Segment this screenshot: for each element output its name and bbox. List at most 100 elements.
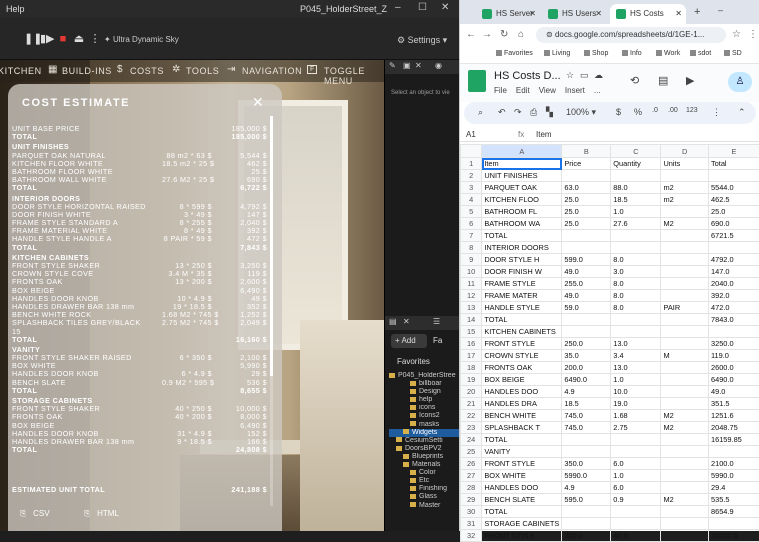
globe-icon[interactable]: ◉ [435, 61, 442, 70]
sheet-cell[interactable]: TOTAL [482, 230, 562, 242]
sheet-cell[interactable]: 88.0 [611, 182, 661, 194]
star-icon[interactable]: ☆ [566, 70, 574, 81]
sheet-cell[interactable]: 6490.0 [562, 374, 611, 386]
sheet-cell[interactable]: 1.68 [611, 410, 661, 422]
tree-item[interactable]: Finishing [389, 485, 459, 493]
more-icon[interactable]: ⋮ [712, 107, 721, 118]
menu-item[interactable]: Edit [516, 86, 530, 95]
cloud-icon[interactable]: ☁ [594, 70, 603, 81]
sheet-cell[interactable]: 350.0 [562, 458, 611, 470]
chevron-up-icon[interactable]: ⌃ [738, 107, 746, 118]
settings-button[interactable]: ⚙ Settings ▾ [397, 35, 447, 46]
sheet-cell[interactable] [661, 518, 709, 530]
sheet-cell[interactable]: 10000.0 [708, 530, 759, 542]
row-header[interactable]: 2 [461, 170, 482, 182]
sheet-cell[interactable] [661, 446, 709, 458]
row-header[interactable]: 25 [461, 446, 482, 458]
nav-navigation[interactable]: NAVIGATION [242, 66, 302, 76]
row-header[interactable]: 18 [461, 362, 482, 374]
row-header[interactable]: 16 [461, 338, 482, 350]
sheet-cell[interactable]: M2 [661, 410, 709, 422]
sheet-cell[interactable]: HANDLE STYLE [482, 302, 562, 314]
sheet-cell[interactable]: M2 [661, 422, 709, 434]
export-csv-button[interactable]: ⎘ CSV [20, 509, 50, 519]
sky-selector[interactable]: ✦ Ultra Dynamic Sky [104, 35, 179, 44]
sheet-cell[interactable]: M [661, 350, 709, 362]
panel-scrollbar[interactable] [270, 116, 273, 506]
sheet-cell[interactable] [611, 314, 661, 326]
tree-item[interactable]: CesiumSetti [389, 437, 459, 445]
column-header[interactable]: B [562, 145, 611, 158]
sheet-cell[interactable]: 2.75 [611, 422, 661, 434]
document-title[interactable]: HS Costs D... [494, 70, 561, 82]
comment-icon[interactable]: ▤ [658, 74, 668, 87]
print-icon[interactable]: ⎙ [530, 107, 537, 118]
minimize-icon[interactable]: – [395, 2, 401, 13]
menu-item[interactable]: View [539, 86, 556, 95]
sheet-cell[interactable]: 250.0 [562, 530, 611, 542]
column-header[interactable]: D [661, 145, 709, 158]
sheet-cell[interactable] [661, 470, 709, 482]
close-icon[interactable]: ✕ [675, 9, 682, 18]
increase-decimal-button[interactable]: .00 [668, 107, 678, 114]
row-header[interactable]: 7 [461, 230, 482, 242]
sheet-cell[interactable]: M2 [661, 218, 709, 230]
row-header[interactable]: 27 [461, 470, 482, 482]
fa-button[interactable]: Fa [433, 336, 442, 345]
url-input[interactable]: ⊜ docs.google.com/spreadsheets/d/1GE-1..… [536, 27, 726, 43]
sheet-cell[interactable] [708, 518, 759, 530]
row-header[interactable]: 5 [461, 206, 482, 218]
sheet-cell[interactable]: STORAGE CABINETS [482, 518, 562, 530]
nav-toggle-menu[interactable]: TOGGLE MENU [324, 66, 384, 86]
sheet-cell[interactable]: 63.0 [562, 182, 611, 194]
sheet-cell[interactable] [708, 326, 759, 338]
sheet-cell[interactable] [562, 518, 611, 530]
sheet-cell[interactable]: 4.9 [562, 482, 611, 494]
row-header[interactable]: 13 [461, 302, 482, 314]
sheet-cell[interactable]: 29.4 [708, 482, 759, 494]
undo-icon[interactable]: ↶ [498, 107, 506, 118]
sheet-cell[interactable] [661, 362, 709, 374]
sheet-cell[interactable]: 535.5 [708, 494, 759, 506]
row-header[interactable]: 9 [461, 254, 482, 266]
row-header[interactable]: 29 [461, 494, 482, 506]
row-header[interactable]: 23 [461, 422, 482, 434]
close-icon[interactable]: ✕ [441, 2, 449, 13]
sheet-cell[interactable] [661, 254, 709, 266]
eject-icon[interactable]: ⏏ [72, 32, 86, 46]
sheet-cell[interactable] [661, 398, 709, 410]
sheet-cell[interactable]: m2 [661, 194, 709, 206]
history-icon[interactable]: ⟲ [630, 74, 639, 87]
row-header[interactable]: 26 [461, 458, 482, 470]
share-button[interactable]: ♙ [728, 72, 752, 92]
sheet-cell[interactable] [661, 530, 709, 542]
sheet-cell[interactable]: 49.0 [708, 386, 759, 398]
sheet-cell[interactable]: PAIR [661, 302, 709, 314]
tab-hs-users[interactable]: HS Users✕ [542, 4, 606, 24]
row-header[interactable]: 1 [461, 158, 482, 170]
sheet-cell[interactable]: 745.0 [562, 410, 611, 422]
menu-item[interactable]: Insert [565, 86, 585, 95]
sheet-cell[interactable]: DOOR STYLE H [482, 254, 562, 266]
sheet-cell[interactable]: 8654.9 [708, 506, 759, 518]
sheet-cell[interactable]: 200.0 [562, 362, 611, 374]
sheet-cell[interactable]: 6721.5 [708, 230, 759, 242]
sheet-cell[interactable]: 27.6 [611, 218, 661, 230]
sheet-cell[interactable]: 250.0 [562, 338, 611, 350]
sheet-cell[interactable] [611, 170, 661, 182]
sheet-cell[interactable]: 3250.0 [708, 338, 759, 350]
sheet-cell[interactable]: HANDLES DRA [482, 398, 562, 410]
sheet-cell[interactable]: 462.5 [708, 194, 759, 206]
sheet-cell[interactable] [661, 386, 709, 398]
sheet-cell[interactable] [611, 518, 661, 530]
sheet-cell[interactable] [661, 326, 709, 338]
sheet-cell[interactable]: 25.0 [562, 218, 611, 230]
sheet-cell[interactable]: 13.0 [611, 362, 661, 374]
sheet-cell[interactable] [661, 434, 709, 446]
maximize-icon[interactable]: ☐ [418, 2, 427, 13]
pencil-icon[interactable]: ✎ [389, 61, 396, 70]
row-header[interactable]: 22 [461, 410, 482, 422]
sheet-cell[interactable]: FRONT STYLE [482, 338, 562, 350]
row-header[interactable]: 10 [461, 266, 482, 278]
sheet-cell[interactable]: 4792.0 [708, 254, 759, 266]
